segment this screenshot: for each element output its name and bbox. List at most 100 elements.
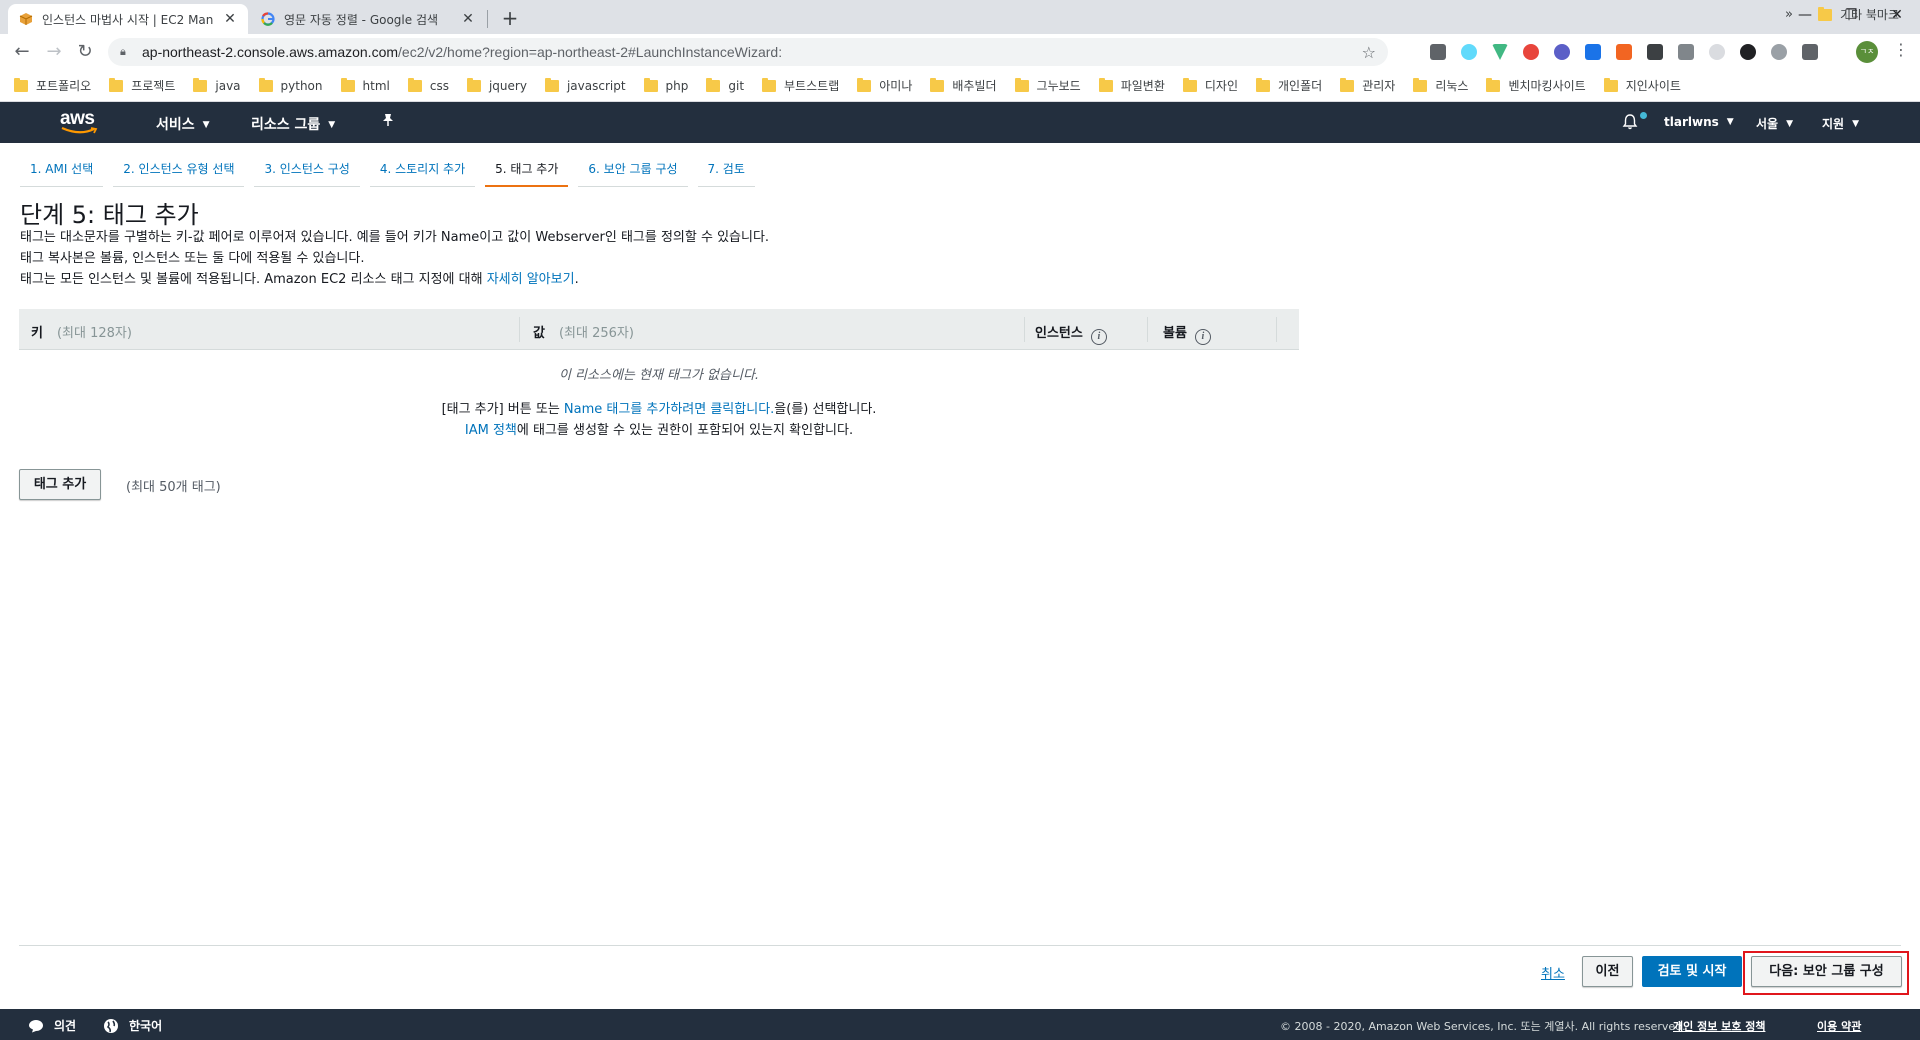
- folder-icon: [109, 77, 124, 92]
- wizard-step-2[interactable]: 2. 인스턴스 유형 선택: [113, 154, 245, 187]
- bookmark-folder[interactable]: 디자인: [1182, 77, 1238, 94]
- wizard-step-4[interactable]: 4. 스토리지 추가: [369, 154, 476, 187]
- bookmark-folder[interactable]: javascript: [544, 77, 626, 93]
- react-devtools-icon[interactable]: [1461, 44, 1477, 60]
- bookmark-folder[interactable]: 벤치마킹사이트: [1486, 77, 1586, 94]
- bookmarks-overflow-button[interactable]: »: [1785, 7, 1793, 22]
- bookmark-label: jquery: [488, 78, 527, 93]
- bookmark-folder[interactable]: html: [340, 77, 390, 93]
- bookmark-folder[interactable]: 부트스트랩: [762, 77, 839, 94]
- extension-icon[interactable]: [1430, 44, 1446, 60]
- wizard-step-5[interactable]: 5. 태그 추가: [485, 154, 569, 187]
- bookmark-folder[interactable]: php: [643, 77, 688, 93]
- privacy-policy-link[interactable]: 개인 정보 보호 정책: [1673, 1018, 1765, 1034]
- column-divider: [1024, 317, 1025, 342]
- extension-icon[interactable]: [1771, 44, 1787, 60]
- reload-button[interactable]: ↻: [73, 40, 97, 64]
- extension-icon[interactable]: [1616, 44, 1632, 60]
- info-icon[interactable]: i: [1090, 329, 1107, 345]
- review-and-launch-button[interactable]: 검토 및 시작: [1642, 956, 1742, 987]
- bookmark-folder[interactable]: 지인사이트: [1603, 77, 1681, 94]
- bookmark-folder[interactable]: 아미나: [857, 77, 912, 94]
- extension-icon[interactable]: [1740, 44, 1756, 60]
- language-selector[interactable]: 한국어: [103, 1017, 162, 1034]
- iam-policy-link[interactable]: IAM 정책: [465, 423, 517, 438]
- forward-button[interactable]: →: [42, 40, 66, 64]
- feedback-button[interactable]: 의견: [28, 1017, 76, 1034]
- bookmark-folder[interactable]: 관리자: [1340, 77, 1395, 94]
- extension-icon[interactable]: [1554, 44, 1570, 60]
- address-bar[interactable]: 🔒︎ ap-northeast-2.console.aws.amazon.com…: [108, 38, 1388, 66]
- bookmark-folder[interactable]: css: [407, 77, 449, 93]
- bookmark-label: 배추빌더: [952, 79, 997, 93]
- extension-icon[interactable]: [1647, 44, 1663, 60]
- folder-icon: [407, 77, 422, 92]
- learn-more-link[interactable]: 자세히 알아보기: [487, 272, 575, 287]
- bookmark-label: java: [215, 78, 241, 93]
- back-button[interactable]: ←: [10, 40, 34, 64]
- chrome-menu-icon[interactable]: ⋮: [1893, 40, 1909, 59]
- wizard-step-1[interactable]: 1. AMI 선택: [20, 154, 104, 187]
- add-tag-button[interactable]: 태그 추가: [19, 469, 101, 500]
- browser-tab[interactable]: 영문 자동 정렬 - Google 검색 ✕: [250, 4, 486, 34]
- folder-icon: [340, 77, 355, 92]
- bookmark-folder[interactable]: 개인폴더: [1256, 77, 1322, 94]
- description-line-2: 태그 복사본은 볼륨, 인스턴스 또는 둘 다에 적용될 수 있습니다.: [20, 251, 365, 266]
- browser-tab-active[interactable]: 인스턴스 마법사 시작 | EC2 Man ✕: [8, 4, 248, 34]
- wizard-step-6[interactable]: 6. 보안 그룹 구성: [578, 154, 688, 187]
- extension-icon[interactable]: [1709, 44, 1725, 60]
- aws-logo[interactable]: aws: [60, 108, 102, 136]
- folder-icon: [1256, 77, 1271, 92]
- column-divider: [1276, 317, 1277, 342]
- wizard-step-7[interactable]: 7. 검토: [697, 154, 755, 187]
- extension-icon[interactable]: [1523, 44, 1539, 60]
- empty-help-line-1: [태그 추가] 버튼 또는 Name 태그를 추가하려면 클릭합니다.을(를) …: [441, 402, 877, 417]
- add-name-tag-link[interactable]: Name 태그를 추가하려면 클릭합니다.: [564, 402, 774, 417]
- support-menu[interactable]: 지원 ▼: [1822, 115, 1859, 132]
- aws-smile-icon: [61, 127, 98, 134]
- extension-icon[interactable]: [1802, 44, 1818, 60]
- close-tab-icon[interactable]: ✕: [460, 11, 476, 27]
- bookmark-folder[interactable]: python: [258, 77, 323, 93]
- extension-icon[interactable]: [1585, 44, 1601, 60]
- account-menu[interactable]: tlarlwns ▼: [1664, 115, 1734, 129]
- bookmark-folder[interactable]: 프로젝트: [109, 77, 175, 94]
- bookmark-star-icon[interactable]: ☆: [1362, 43, 1376, 62]
- bookmark-folder[interactable]: java: [193, 77, 241, 93]
- new-tab-button[interactable]: +: [497, 6, 523, 32]
- notifications-bell-icon[interactable]: [1621, 113, 1639, 131]
- bookmark-folder[interactable]: jquery: [466, 77, 527, 93]
- close-tab-icon[interactable]: ✕: [222, 11, 238, 27]
- empty-help-line-2: IAM 정책에 태그를 생성할 수 있는 권한이 포함되어 있는지 확인합니다.: [464, 423, 854, 438]
- bookmark-folder[interactable]: 포트폴리오: [14, 77, 91, 94]
- bookmark-label: css: [429, 78, 449, 93]
- bookmark-label: 파일변환: [1120, 79, 1165, 93]
- profile-avatar[interactable]: ㄱㅈ: [1856, 41, 1878, 63]
- wizard-step-3[interactable]: 3. 인스턴스 구성: [254, 154, 360, 187]
- bookmark-label: 관리자: [1362, 79, 1396, 93]
- terms-of-use-link[interactable]: 이용 약관: [1817, 1018, 1861, 1034]
- other-bookmarks[interactable]: 기타 북마크: [1818, 6, 1899, 23]
- services-menu[interactable]: 서비스 ▼: [156, 114, 210, 134]
- bookmark-label: 벤치마킹사이트: [1508, 79, 1586, 93]
- cancel-link[interactable]: 취소: [1541, 963, 1565, 982]
- folder-icon: [258, 77, 273, 92]
- info-icon[interactable]: i: [1194, 329, 1211, 345]
- bookmark-label: 포트폴리오: [36, 79, 92, 93]
- bookmark-folder[interactable]: 리눅스: [1413, 77, 1468, 94]
- folder-icon: [706, 77, 721, 92]
- region-menu[interactable]: 서울 ▼: [1756, 115, 1793, 132]
- bookmark-label: 리눅스: [1435, 79, 1469, 93]
- pin-icon[interactable]: [381, 113, 395, 131]
- vue-devtools-icon[interactable]: [1492, 44, 1508, 60]
- previous-button[interactable]: 이전: [1582, 956, 1633, 987]
- folder-icon: [857, 77, 872, 92]
- bookmark-label: 부트스트랩: [784, 79, 840, 93]
- bookmark-folder[interactable]: git: [706, 77, 744, 93]
- camera-icon[interactable]: [1678, 44, 1694, 60]
- bookmark-folder[interactable]: 그누보드: [1014, 77, 1081, 94]
- resource-groups-menu[interactable]: 리소스 그룹 ▼: [251, 114, 335, 134]
- bookmark-folder[interactable]: 배추빌더: [930, 77, 997, 94]
- bookmark-folder[interactable]: 파일변환: [1098, 77, 1165, 94]
- notification-badge: [1640, 112, 1647, 119]
